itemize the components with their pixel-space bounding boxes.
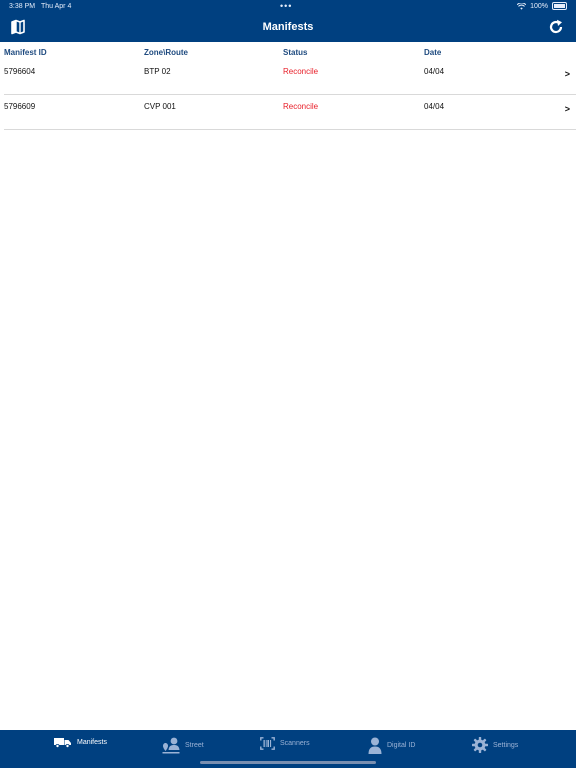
home-indicator[interactable] (200, 761, 376, 764)
refresh-icon[interactable] (548, 19, 564, 35)
gear-icon (472, 737, 488, 753)
column-header-manifest-id: Manifest ID (4, 48, 47, 57)
tab-label: Settings (493, 741, 519, 749)
manifests-table: Manifest ID Zone\Route Status Date 57966… (0, 42, 576, 130)
table-row[interactable]: 5796609 CVP 001 Reconcile 04/04 > (4, 95, 576, 130)
zone-route: BTP 02 (144, 67, 171, 76)
tab-label: Digital ID (387, 742, 416, 749)
page-title: Manifests (262, 21, 314, 33)
multitasking-dots[interactable]: ••• (280, 1, 292, 11)
tab-settings[interactable]: Settings (472, 737, 518, 753)
status-text: Reconcile (283, 102, 319, 111)
status-right: 100% (517, 2, 567, 10)
wifi-icon (517, 2, 527, 10)
status-date: Thu Apr 4 (41, 3, 72, 10)
chevron-right-icon[interactable]: > (565, 69, 570, 79)
battery-percent: 100% (530, 2, 548, 10)
tab-manifests[interactable]: Manifests (54, 737, 107, 748)
tab-digital-id[interactable]: Digital ID (368, 737, 415, 754)
tab-street[interactable]: Street (162, 737, 204, 754)
chevron-right-icon[interactable]: > (565, 104, 570, 114)
tab-scanners[interactable]: Scanners (260, 737, 310, 750)
tab-label: Street (185, 742, 204, 749)
date: 04/04 (424, 67, 445, 76)
table-row[interactable]: 5796604 BTP 02 Reconcile 04/04 > (4, 60, 576, 95)
column-header-date: Date (424, 48, 442, 57)
column-header-status: Status (283, 48, 308, 57)
column-header-zone-route: Zone\Route (144, 48, 188, 57)
tab-label: Scanners (280, 740, 310, 747)
status-bar: 3:38 PM Thu Apr 4 ••• 100% (0, 0, 576, 13)
tab-label: Manifests (77, 739, 107, 746)
status-text: Reconcile (283, 67, 319, 76)
date: 04/04 (424, 102, 445, 111)
barcode-scanner-icon (260, 737, 275, 750)
truck-icon (54, 738, 71, 748)
zone-route: CVP 001 (144, 102, 176, 111)
tab-bar: Manifests Street Scanners Digital ID Set… (0, 730, 576, 768)
battery-icon (552, 2, 567, 10)
status-time: 3:38 PM (9, 3, 36, 10)
person-map-icon (162, 737, 180, 754)
table-header: Manifest ID Zone\Route Status Date (0, 42, 576, 60)
person-icon (368, 737, 382, 754)
top-navigation-bar: 3:38 PM Thu Apr 4 ••• 100% Manifests (0, 0, 576, 42)
manifest-id: 5796609 (4, 102, 36, 111)
manifest-id: 5796604 (4, 67, 36, 76)
